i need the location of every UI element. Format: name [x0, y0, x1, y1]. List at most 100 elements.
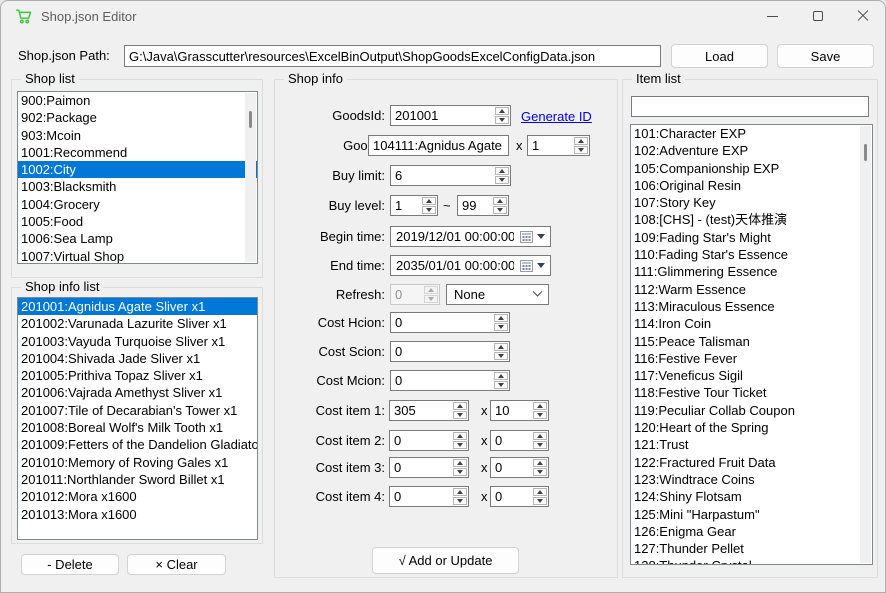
shop-info-list-item[interactable]: 201011:Northlander Sword Billet x1: [18, 471, 257, 488]
buy-limit-up-button[interactable]: [495, 167, 509, 175]
cost-item-1-count-down-button[interactable]: [533, 411, 547, 419]
buy-level-max-input[interactable]: [458, 196, 492, 215]
cost-item-2-count-down-button[interactable]: [533, 441, 547, 449]
item-list-item[interactable]: 102:Adventure EXP: [631, 142, 872, 159]
shop-info-list-item[interactable]: 201012:Mora x1600: [18, 488, 257, 505]
shop-list-item[interactable]: 902:Package: [18, 109, 257, 126]
cost-hcion-spinner[interactable]: [390, 312, 510, 333]
cost-item-2-count-up-button[interactable]: [533, 432, 547, 440]
cost-scion-down-button[interactable]: [494, 352, 508, 360]
cost-item-4-count-spinner[interactable]: [490, 486, 549, 507]
item-list-item[interactable]: 108:[CHS] - (test)天体推演: [631, 211, 872, 228]
goodsid-up-button[interactable]: [495, 107, 509, 115]
shop-info-list-item[interactable]: 201007:Tile of Decarabian's Tower x1: [18, 402, 257, 419]
shop-list-item[interactable]: 1005:Food: [18, 213, 257, 230]
shop-list[interactable]: 900:Paimon902:Package903:Mcoin1001:Recom…: [17, 91, 258, 264]
generate-id-link[interactable]: Generate ID: [521, 106, 592, 127]
item-list-item[interactable]: 112:Warm Essence: [631, 281, 872, 298]
cost-hcion-down-button[interactable]: [494, 323, 508, 331]
end-time-input[interactable]: [391, 258, 514, 273]
cost-item-2-count-spinner[interactable]: [490, 430, 549, 451]
item-search-input[interactable]: [632, 97, 868, 116]
shop-info-list-item[interactable]: 201002:Varunada Lazurite Sliver x1: [18, 315, 257, 332]
shop-list-item[interactable]: 1004:Grocery: [18, 196, 257, 213]
minimize-button[interactable]: [750, 1, 795, 31]
shop-info-list-item[interactable]: 201004:Shivada Jade Sliver x1: [18, 350, 257, 367]
cost-item-3-id-spinner[interactable]: [389, 457, 469, 478]
add-or-update-button[interactable]: √ Add or Update: [372, 547, 519, 574]
cost-item-3-count-down-button[interactable]: [533, 468, 547, 476]
cost-hcion-up-button[interactable]: [494, 314, 508, 322]
cost-scion-input[interactable]: [391, 342, 493, 361]
cost-item-4-id-up-button[interactable]: [453, 488, 467, 496]
cost-item-2-id-down-button[interactable]: [453, 441, 467, 449]
cost-item-2-id-up-button[interactable]: [453, 432, 467, 440]
clear-button[interactable]: × Clear: [127, 554, 226, 575]
item-list-item[interactable]: 107:Story Key: [631, 194, 872, 211]
item-list-item[interactable]: 114:Iron Coin: [631, 315, 872, 332]
cost-item-4-id-input[interactable]: [390, 487, 452, 506]
maximize-button[interactable]: [795, 1, 840, 31]
end-time-picker[interactable]: [390, 255, 551, 276]
cost-item-3-count-spinner[interactable]: [490, 457, 549, 478]
shop-info-list-item[interactable]: 201013:Mora x1600: [18, 506, 257, 523]
end-time-dropdown-button[interactable]: [514, 256, 550, 275]
cost-item-1-count-up-button[interactable]: [533, 402, 547, 410]
begin-time-dropdown-button[interactable]: [514, 227, 550, 246]
cost-item-4-id-down-button[interactable]: [453, 497, 467, 505]
item-list-item[interactable]: 105:Companionship EXP: [631, 160, 872, 177]
cost-item-4-count-up-button[interactable]: [533, 488, 547, 496]
item-list-item[interactable]: 121:Trust: [631, 436, 872, 453]
buy-level-min-down-button[interactable]: [422, 206, 436, 214]
cost-item-3-id-down-button[interactable]: [453, 468, 467, 476]
begin-time-picker[interactable]: [390, 226, 551, 247]
buy-level-max-spinner[interactable]: [457, 195, 509, 216]
item-list-item[interactable]: 111:Glimmering Essence: [631, 263, 872, 280]
buy-level-max-down-button[interactable]: [493, 206, 507, 214]
shop-list-item[interactable]: 1002:City: [18, 161, 257, 178]
refresh-type-combobox[interactable]: None: [446, 284, 549, 305]
item-list-scrollbar[interactable]: [860, 126, 871, 563]
cost-item-4-count-down-button[interactable]: [533, 497, 547, 505]
shop-list-item[interactable]: 1001:Recommend: [18, 144, 257, 161]
cost-item-2-id-input[interactable]: [390, 431, 452, 450]
item-list-item[interactable]: 110:Fading Star's Essence: [631, 246, 872, 263]
goods-input[interactable]: [369, 136, 508, 155]
shop-info-list-item[interactable]: 201006:Vajrada Amethyst Sliver x1: [18, 384, 257, 401]
buy-limit-down-button[interactable]: [495, 176, 509, 184]
item-list-item[interactable]: 116:Festive Fever: [631, 350, 872, 367]
cost-item-2-id-spinner[interactable]: [389, 430, 469, 451]
cost-item-1-count-input[interactable]: [491, 401, 532, 420]
cost-item-3-count-up-button[interactable]: [533, 459, 547, 467]
load-button[interactable]: Load: [671, 44, 768, 68]
buy-limit-input[interactable]: [391, 166, 494, 185]
shop-list-item[interactable]: 1006:Sea Lamp: [18, 230, 257, 247]
goodsid-down-button[interactable]: [495, 116, 509, 124]
cost-mcion-input[interactable]: [391, 371, 493, 390]
goodsid-input[interactable]: [391, 106, 494, 125]
goods-count-down-button[interactable]: [574, 146, 588, 154]
shop-info-list-item[interactable]: 201005:Prithiva Topaz Sliver x1: [18, 367, 257, 384]
shop-info-list-item[interactable]: 201003:Vayuda Turquoise Sliver x1: [18, 333, 257, 350]
item-list-item[interactable]: 117:Veneficus Sigil: [631, 367, 872, 384]
cost-item-1-id-input[interactable]: [390, 401, 452, 420]
shop-list-scrollbar[interactable]: [245, 93, 256, 262]
item-list-item[interactable]: 101:Character EXP: [631, 125, 872, 142]
item-list-item[interactable]: 109:Fading Star's Might: [631, 229, 872, 246]
shop-list-scroll-thumb[interactable]: [249, 111, 252, 128]
item-list-item[interactable]: 115:Peace Talisman: [631, 333, 872, 350]
cost-item-3-count-input[interactable]: [491, 458, 532, 477]
shop-info-list-item[interactable]: 201009:Fetters of the Dandelion Gladiato: [18, 436, 257, 453]
cost-scion-spinner[interactable]: [390, 341, 510, 362]
cost-mcion-down-button[interactable]: [494, 381, 508, 389]
delete-button[interactable]: - Delete: [21, 554, 119, 575]
cost-item-1-id-up-button[interactable]: [453, 402, 467, 410]
cost-scion-up-button[interactable]: [494, 343, 508, 351]
goods-count-input[interactable]: [528, 136, 573, 155]
shop-list-item[interactable]: 900:Paimon: [18, 92, 257, 109]
cost-mcion-up-button[interactable]: [494, 372, 508, 380]
cost-item-1-id-spinner[interactable]: [389, 400, 469, 421]
shop-list-item[interactable]: 1007:Virtual Shop: [18, 248, 257, 264]
cost-item-1-id-down-button[interactable]: [453, 411, 467, 419]
shop-list-item[interactable]: 1003:Blacksmith: [18, 178, 257, 195]
